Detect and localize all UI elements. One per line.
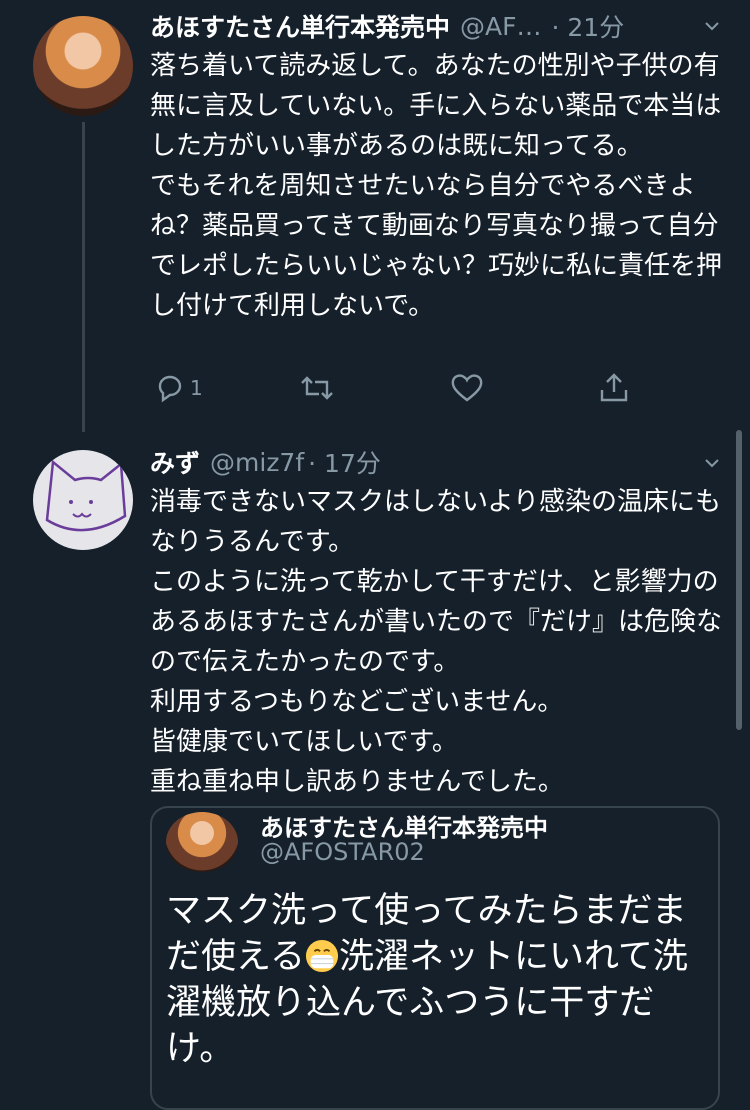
retweet-icon xyxy=(301,376,333,400)
share-button[interactable] xyxy=(598,372,630,404)
quoted-tweet-text: マスク洗って使ってみたらまだまだ使える 洗濯ネットにいれて洗濯機放り込んでふつうに… xyxy=(166,888,706,1072)
scrollbar[interactable] xyxy=(736,430,742,730)
quoted-author-handle: @AFOSTAR02 xyxy=(260,838,425,866)
author-handle[interactable]: @AF… xyxy=(460,12,541,41)
author-name[interactable]: みず xyxy=(150,444,200,480)
chevron-down-icon[interactable] xyxy=(704,455,720,471)
tweet-header: あほすたさん単行本発売中 @AF… · 21分 xyxy=(150,6,624,46)
like-button[interactable] xyxy=(450,372,484,404)
tweet-header: みず @miz7f · 17分 xyxy=(150,442,381,482)
timestamp[interactable]: · 17分 xyxy=(308,444,381,480)
tweet-text: 消毒できないマスクはしないより感染の温床にもなりうるんです。 このように洗って乾… xyxy=(150,487,723,797)
cat-drawing-icon xyxy=(45,459,127,532)
share-icon xyxy=(600,373,628,402)
reply-count: 1 xyxy=(190,376,203,400)
avatar[interactable] xyxy=(33,450,133,550)
avatar[interactable] xyxy=(33,16,133,116)
reply-icon xyxy=(158,375,182,403)
avatar xyxy=(166,812,238,872)
quoted-tweet[interactable]: あほすたさん単行本発売中 @AFOSTAR02 マスク洗って使ってみたらまだまだ… xyxy=(150,806,720,1110)
like-icon xyxy=(451,374,483,402)
author-name[interactable]: あほすたさん単行本発売中 xyxy=(150,8,450,44)
mask-face-emoji xyxy=(305,939,339,973)
retweet-button[interactable] xyxy=(300,372,334,404)
tweet-text: 落ち着いて読み返して。あなたの性別や子供の有無に言及していない。手に入らない薬品… xyxy=(150,51,723,321)
timestamp[interactable]: · 21分 xyxy=(552,8,625,44)
reply-button[interactable]: 1 xyxy=(154,372,203,404)
chevron-down-icon[interactable] xyxy=(704,18,720,34)
thread-line xyxy=(82,122,85,432)
author-handle[interactable]: @miz7f xyxy=(210,448,304,477)
action-bar: 1 xyxy=(150,372,650,408)
